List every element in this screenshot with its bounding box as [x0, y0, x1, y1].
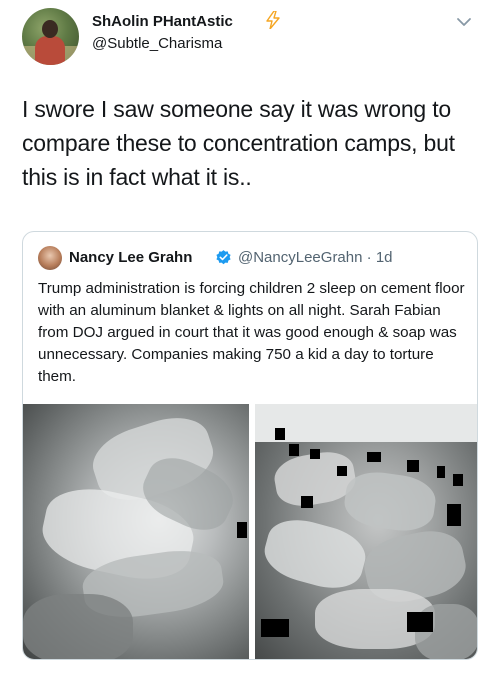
quoted-tweet-text: Trump administration is forcing children… — [38, 280, 465, 385]
photo-left[interactable] — [23, 404, 249, 659]
author-avatar[interactable] — [22, 8, 79, 65]
quoted-tweet-media[interactable] — [23, 404, 477, 659]
quoted-tweet-time[interactable]: 1d — [376, 249, 393, 266]
author-display-name[interactable]: ShAolin PHantAstic — [92, 13, 233, 30]
quoted-tweet-card[interactable]: Nancy Lee Grahn @NancyLeeGrahn · 1d Trum… — [22, 231, 478, 660]
author-handle[interactable]: @Subtle_Charisma — [92, 35, 222, 52]
meta-separator: · — [366, 249, 372, 266]
quoted-author-display-name[interactable]: Nancy Lee Grahn — [69, 249, 192, 266]
photo-right[interactable] — [255, 404, 477, 659]
quoted-author-handle[interactable]: @NancyLeeGrahn — [238, 249, 362, 266]
verified-badge-icon — [216, 250, 231, 265]
tweet-text: I swore I saw someone say it was wrong t… — [22, 96, 455, 190]
quoted-author-avatar[interactable] — [38, 246, 62, 270]
chevron-down-icon[interactable] — [456, 16, 472, 28]
tweet-header: ShAolin PHantAstic @Subtle_Charisma — [0, 0, 500, 72]
quoted-tweet-meta: @NancyLeeGrahn · 1d — [238, 249, 393, 266]
lightning-bolt-icon — [266, 11, 280, 29]
